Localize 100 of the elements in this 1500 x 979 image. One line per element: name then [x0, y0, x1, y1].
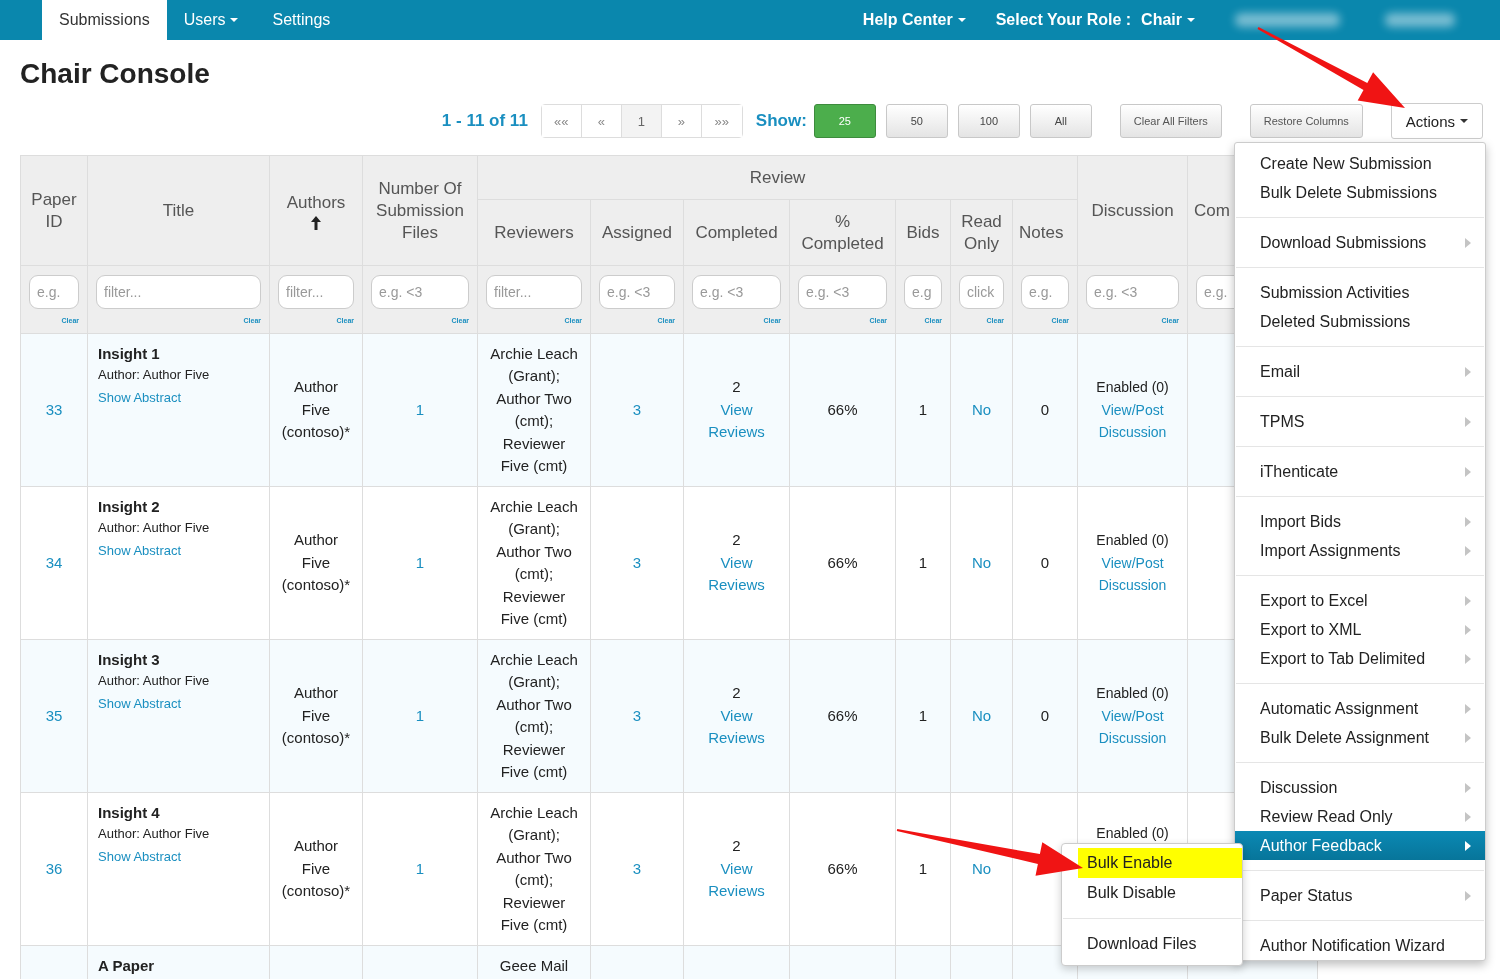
table-cell: Author Five (contoso)*: [269, 792, 363, 946]
page-size-button[interactable]: 50: [885, 104, 948, 138]
show-abstract-link[interactable]: Show Abstract: [98, 845, 259, 868]
files-link[interactable]: 1: [415, 553, 425, 571]
filter-field[interactable]: e.g. <3: [1086, 275, 1180, 309]
show-abstract-link[interactable]: Show Abstract: [98, 692, 259, 715]
author-line: Author: Author Five: [98, 672, 211, 690]
filter-field[interactable]: e.g.: [1021, 275, 1070, 309]
paper-id-link[interactable]: 33: [45, 400, 63, 418]
completed-count: 2: [731, 683, 742, 704]
nav-tab[interactable]: Users: [166, 0, 256, 40]
files-link[interactable]: 1: [415, 859, 425, 877]
discussion-link[interactable]: View/Post Discussion: [1086, 551, 1180, 597]
assigned-link[interactable]: 3: [632, 553, 642, 571]
menu-item[interactable]: Discussion: [1235, 773, 1485, 802]
filter-field[interactable]: filter...: [278, 275, 354, 309]
filter-field[interactable]: e.g. <3: [692, 275, 781, 309]
submenu-item[interactable]: Download Files: [1078, 929, 1242, 959]
column-header[interactable]: Title: [87, 155, 270, 266]
toolbar-button[interactable]: Restore Columns: [1249, 104, 1363, 138]
menu-item[interactable]: Export to Tab Delimited: [1235, 644, 1485, 673]
paper-id-link[interactable]: 34: [45, 553, 63, 571]
show-abstract-link[interactable]: Show Abstract: [98, 386, 259, 409]
show-abstract-link[interactable]: Show Abstract: [98, 539, 259, 562]
paper-title: A Paper: [98, 957, 156, 975]
column-header[interactable]: Authors: [269, 155, 363, 266]
actions-button[interactable]: Actions: [1390, 103, 1483, 139]
menu-item[interactable]: Import Assignments: [1235, 536, 1485, 565]
menu-item[interactable]: Bulk Delete Submissions: [1235, 178, 1485, 207]
header-label: Read Only: [961, 211, 1002, 253]
column-header[interactable]: Discussion: [1077, 155, 1188, 266]
toolbar-button[interactable]: Clear All Filters: [1119, 104, 1222, 138]
menu-item[interactable]: Export to Excel: [1235, 586, 1485, 615]
column-header[interactable]: Number Of Submission Files: [362, 155, 478, 266]
column-header[interactable]: Notes: [1012, 199, 1078, 266]
filter-field[interactable]: click: [959, 275, 1004, 309]
filter-field[interactable]: e.g. <3: [599, 275, 675, 309]
assigned-link[interactable]: 3: [632, 859, 642, 877]
menu-item-label: Review Read Only: [1260, 807, 1393, 826]
page-size-button[interactable]: 100: [957, 104, 1020, 138]
menu-item[interactable]: TPMS: [1235, 407, 1485, 436]
read-only-link[interactable]: No: [971, 400, 992, 418]
read-only-link[interactable]: No: [971, 706, 992, 724]
discussion-status: Enabled (0): [1095, 823, 1170, 843]
menu-item[interactable]: Author Feedback: [1235, 831, 1485, 860]
filter-field[interactable]: filter...: [486, 275, 582, 309]
page-size-button[interactable]: 25: [813, 104, 876, 138]
column-header[interactable]: Bids: [895, 199, 951, 266]
assigned-link[interactable]: 3: [632, 706, 642, 724]
column-header[interactable]: Completed: [683, 199, 790, 266]
page-size-button[interactable]: All: [1029, 104, 1092, 138]
paper-title: Insight 3: [98, 651, 161, 669]
view-reviews-link[interactable]: View Reviews: [692, 857, 781, 903]
filter-field[interactable]: e.g.: [29, 275, 79, 309]
page-button[interactable]: 1: [621, 105, 662, 137]
menu-item[interactable]: iThenticate: [1235, 457, 1485, 486]
submenu-item[interactable]: Bulk Enable: [1078, 848, 1242, 878]
menu-item[interactable]: Review Read Only: [1235, 802, 1485, 831]
paper-title: Insight 2: [98, 498, 161, 516]
column-header[interactable]: Reviewers: [477, 199, 591, 266]
discussion-link[interactable]: View/Post Discussion: [1086, 398, 1180, 444]
column-header[interactable]: Paper ID: [20, 155, 88, 266]
caret-icon: [957, 18, 966, 22]
menu-item-label: Export to Tab Delimited: [1260, 649, 1426, 668]
filter-field[interactable]: e.g. <3: [371, 275, 469, 309]
column-header[interactable]: % Completed: [789, 199, 896, 266]
view-reviews-link[interactable]: View Reviews: [692, 704, 781, 750]
view-reviews-link[interactable]: View Reviews: [692, 551, 781, 597]
help-center-menu[interactable]: Help Center: [862, 11, 966, 29]
nav-tab[interactable]: Submissions: [42, 0, 167, 40]
files-link[interactable]: 1: [415, 706, 425, 724]
table-cell: 0: [1012, 486, 1078, 640]
menu-item[interactable]: Create New Submission: [1235, 149, 1485, 178]
assigned-link[interactable]: 3: [632, 400, 642, 418]
read-only-link[interactable]: No: [971, 859, 992, 877]
column-header[interactable]: Read Only: [950, 199, 1013, 266]
paper-id-link[interactable]: 36: [45, 859, 63, 877]
table-cell: 66%: [789, 486, 896, 640]
role-dropdown[interactable]: Chair: [1141, 11, 1195, 29]
menu-item[interactable]: Deleted Submissions: [1235, 307, 1485, 336]
view-reviews-link[interactable]: View Reviews: [692, 398, 781, 444]
menu-item[interactable]: Email: [1235, 357, 1485, 386]
discussion-link[interactable]: View/Post Discussion: [1086, 704, 1180, 750]
table-cell: Author Five (contoso)*: [269, 333, 363, 487]
menu-item[interactable]: Bulk Delete Assignment: [1235, 723, 1485, 752]
menu-item[interactable]: Download Submissions: [1235, 228, 1485, 257]
menu-item[interactable]: Export to XML: [1235, 615, 1485, 644]
menu-item[interactable]: Automatic Assignment: [1235, 694, 1485, 723]
filter-field[interactable]: filter...: [96, 275, 261, 309]
files-link[interactable]: 1: [415, 400, 425, 418]
page-button[interactable]: ««: [541, 105, 582, 137]
filter-field[interactable]: e.g: [904, 275, 942, 309]
read-only-link[interactable]: No: [971, 553, 992, 571]
column-header[interactable]: Assigned: [590, 199, 684, 266]
nav-tab[interactable]: Settings: [255, 0, 348, 40]
paper-id-link[interactable]: 35: [45, 706, 63, 724]
menu-item[interactable]: Import Bids: [1235, 507, 1485, 536]
menu-item-label: Bulk Delete Assignment: [1260, 728, 1429, 747]
menu-item[interactable]: Submission Activities: [1235, 278, 1485, 307]
filter-field[interactable]: e.g. <3: [798, 275, 887, 309]
